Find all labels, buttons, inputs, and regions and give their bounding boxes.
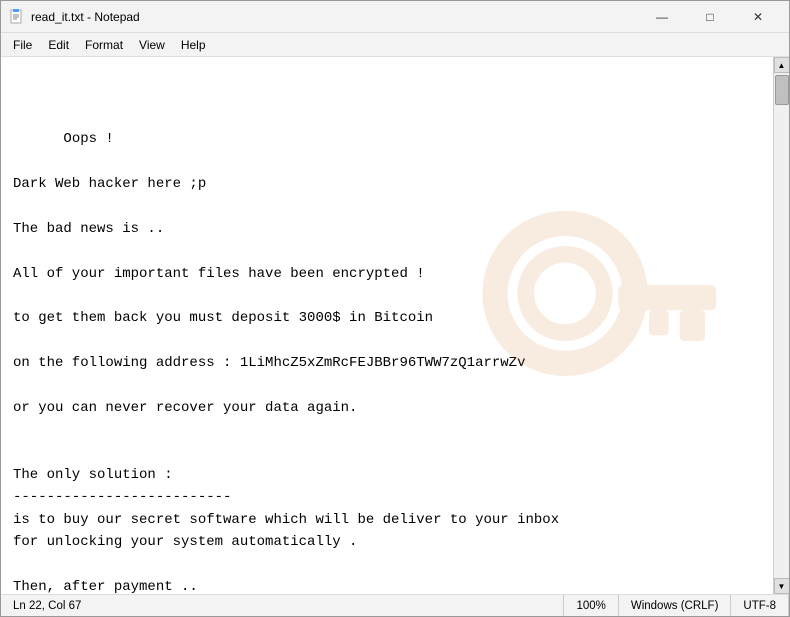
menu-format[interactable]: Format (77, 36, 131, 54)
document-text: Oops ! Dark Web hacker here ;p The bad n… (13, 131, 568, 594)
minimize-button[interactable]: — (639, 1, 685, 33)
scroll-up-button[interactable]: ▲ (774, 57, 790, 73)
vertical-scrollbar[interactable]: ▲ ▼ (773, 57, 789, 594)
app-icon (9, 9, 25, 25)
notepad-window: read_it.txt - Notepad — □ ✕ File Edit Fo… (0, 0, 790, 617)
menu-view[interactable]: View (131, 36, 173, 54)
window-controls: — □ ✕ (639, 1, 781, 33)
zoom-level: 100% (576, 600, 605, 612)
line-ending: Windows (CRLF) (631, 600, 719, 612)
close-button[interactable]: ✕ (735, 1, 781, 33)
menu-bar: File Edit Format View Help (1, 33, 789, 57)
cursor-position: Ln 22, Col 67 (13, 600, 81, 612)
title-bar: read_it.txt - Notepad — □ ✕ (1, 1, 789, 33)
text-editor[interactable]: Oops ! Dark Web hacker here ;p The bad n… (1, 57, 773, 594)
encoding: UTF-8 (743, 600, 776, 612)
menu-file[interactable]: File (5, 36, 40, 54)
menu-help[interactable]: Help (173, 36, 214, 54)
watermark (386, 159, 733, 492)
status-position: Ln 22, Col 67 (1, 595, 564, 616)
window-title: read_it.txt - Notepad (31, 10, 639, 24)
status-zoom: 100% (564, 595, 618, 616)
menu-edit[interactable]: Edit (40, 36, 77, 54)
maximize-button[interactable]: □ (687, 1, 733, 33)
status-bar: Ln 22, Col 67 100% Windows (CRLF) UTF-8 (1, 594, 789, 616)
scroll-thumb[interactable] (775, 75, 789, 105)
status-line-ending: Windows (CRLF) (619, 595, 732, 616)
scroll-down-button[interactable]: ▼ (774, 578, 790, 594)
status-encoding: UTF-8 (731, 595, 789, 616)
scroll-track[interactable] (774, 73, 789, 578)
content-area: Oops ! Dark Web hacker here ;p The bad n… (1, 57, 789, 594)
